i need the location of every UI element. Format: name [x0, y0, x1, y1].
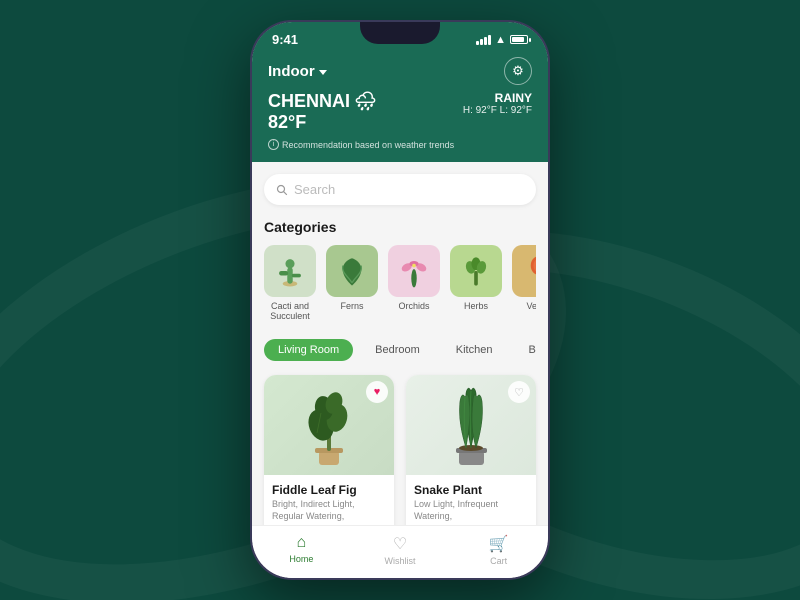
status-time: 9:41	[272, 32, 298, 47]
weather-condition: RAINY	[463, 91, 532, 105]
nav-home[interactable]: ⌂ Home	[252, 534, 351, 566]
category-herbs[interactable]: Herbs	[450, 245, 502, 321]
weather-icon: 🌧	[354, 91, 377, 112]
cart-icon: 🛒	[489, 534, 509, 554]
search-placeholder: Search	[294, 182, 335, 197]
notch	[360, 22, 440, 44]
product-fiddle-name: Fiddle Leaf Fig	[272, 483, 386, 497]
tab-kitchen[interactable]: Kitchen	[442, 339, 507, 361]
product-snake-desc: Low Light, Infrequent Watering,	[414, 499, 528, 522]
category-cacti-label: Cacti andSucculent	[270, 301, 310, 321]
category-cacti-img	[264, 245, 316, 297]
signal-icon	[476, 35, 491, 45]
wishlist-button-snake[interactable]: ♡	[508, 381, 530, 403]
product-fiddle-desc: Bright, Indirect Light, Regular Watering…	[272, 499, 386, 522]
category-ferns-label: Ferns	[340, 301, 363, 311]
home-icon: ⌂	[297, 534, 307, 552]
category-cacti[interactable]: Cacti andSucculent	[264, 245, 316, 321]
city-name: CHENNAI	[268, 91, 350, 112]
mode-selector[interactable]: Indoor	[268, 63, 327, 80]
wifi-icon: ▲	[495, 34, 506, 46]
nav-cart-label: Cart	[490, 556, 507, 566]
search-icon	[276, 184, 288, 196]
category-veg-img	[512, 245, 536, 297]
mode-label: Indoor	[268, 63, 315, 80]
category-ferns-img	[326, 245, 378, 297]
chevron-down-icon	[319, 70, 327, 75]
weather-right: RAINY H: 92°F L: 92°F	[463, 91, 532, 116]
status-icons: ▲	[476, 34, 528, 46]
category-veg[interactable]: Veg...	[512, 245, 536, 321]
products-grid: ♥ Fiddle Leaf Fig Bright, Indirect Light…	[264, 375, 536, 525]
tab-living-room[interactable]: Living Room	[264, 339, 353, 361]
nav-home-label: Home	[289, 554, 313, 564]
current-temp: 82°F	[268, 112, 377, 133]
tab-bedroom[interactable]: Bedroom	[361, 339, 434, 361]
phone-shell: 9:41 ▲ Indoor	[250, 20, 550, 580]
categories-title: Categories	[264, 219, 536, 235]
category-herbs-img	[450, 245, 502, 297]
recommendation-text: i Recommendation based on weather trends	[268, 139, 532, 150]
nav-cart[interactable]: 🛒 Cart	[449, 534, 548, 566]
category-veg-label: Veg...	[526, 301, 536, 311]
nav-wishlist-label: Wishlist	[385, 556, 416, 566]
product-fiddle-info: Fiddle Leaf Fig Bright, Indirect Light, …	[264, 475, 394, 525]
main-content: Search Categories	[252, 162, 548, 525]
category-orchids-img	[388, 245, 440, 297]
high-low-temp: H: 92°F L: 92°F	[463, 105, 532, 116]
categories-list: Cacti andSucculent Ferns	[264, 245, 536, 325]
app-header: Indoor ⚙ CHENNAI 🌧 82°F RAINY	[252, 53, 548, 162]
category-herbs-label: Herbs	[464, 301, 488, 311]
heart-outline-icon: ♡	[514, 386, 524, 399]
info-icon: i	[268, 139, 279, 150]
gear-icon: ⚙	[512, 63, 524, 79]
wishlist-button-fiddle[interactable]: ♥	[366, 381, 388, 403]
nav-wishlist[interactable]: ♡ Wishlist	[351, 534, 450, 566]
product-snake-img: ♡	[406, 375, 536, 475]
room-tabs: Living Room Bedroom Kitchen Bathr...	[264, 339, 536, 361]
status-bar: 9:41 ▲	[252, 22, 548, 53]
product-fiddle-leaf-fig[interactable]: ♥ Fiddle Leaf Fig Bright, Indirect Light…	[264, 375, 394, 525]
product-snake-info: Snake Plant Low Light, Infrequent Wateri…	[406, 475, 536, 525]
product-snake-plant[interactable]: ♡ Snake Plant Low Light, Infrequent Wate…	[406, 375, 536, 525]
battery-icon	[510, 35, 528, 44]
settings-button[interactable]: ⚙	[504, 57, 532, 85]
category-orchids[interactable]: Orchids	[388, 245, 440, 321]
category-orchids-label: Orchids	[398, 301, 429, 311]
product-snake-name: Snake Plant	[414, 483, 528, 497]
bottom-navigation: ⌂ Home ♡ Wishlist 🛒 Cart	[252, 525, 548, 578]
product-fiddle-img: ♥	[264, 375, 394, 475]
category-ferns[interactable]: Ferns	[326, 245, 378, 321]
tab-bathroom[interactable]: Bathr...	[514, 339, 536, 361]
search-bar[interactable]: Search	[264, 174, 536, 205]
weather-left: CHENNAI 🌧 82°F	[268, 91, 377, 133]
heart-filled-icon: ♥	[374, 386, 381, 398]
wishlist-icon: ♡	[393, 534, 407, 554]
